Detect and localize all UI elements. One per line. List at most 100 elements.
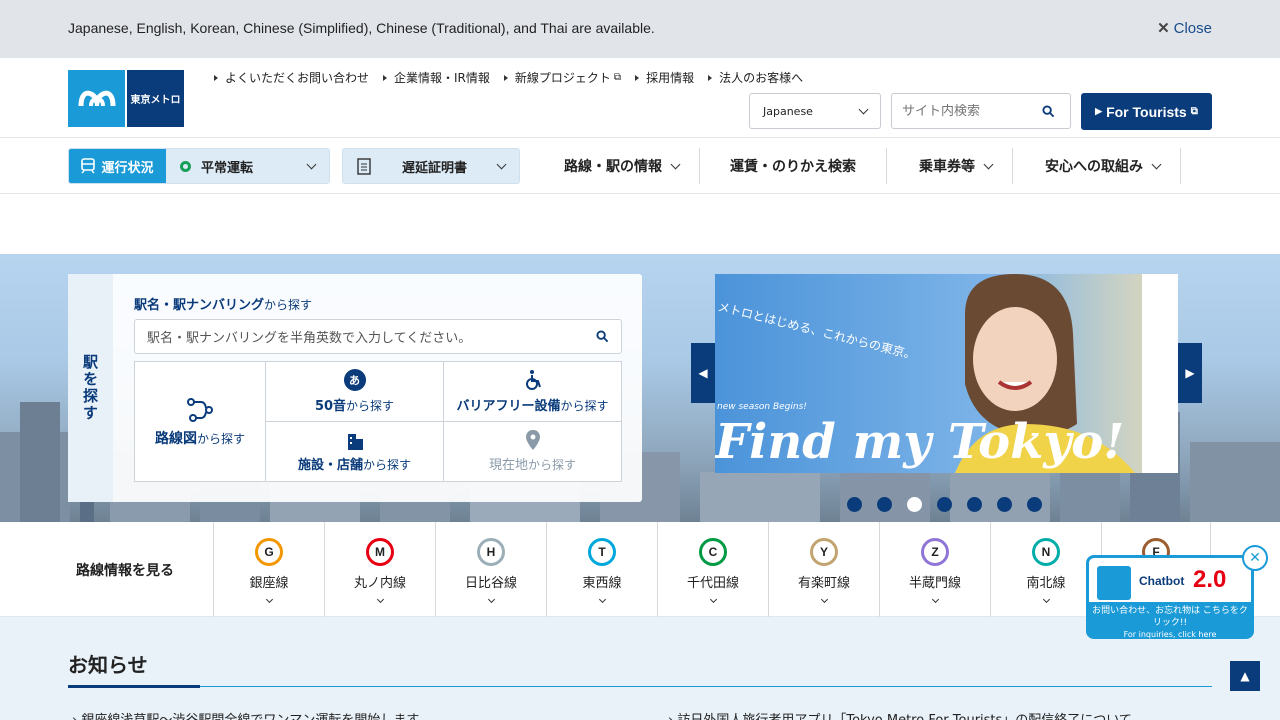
station-search-panel: 駅を探す 駅名・駅ナンバリングから探す 駅名・駅ナンバリングを半角英数で入力して… bbox=[68, 274, 642, 502]
carousel-dot[interactable] bbox=[937, 497, 952, 512]
station-search-placeholder: 駅名・駅ナンバリングを半角英数で入力してください。 bbox=[147, 331, 472, 346]
barrier-free-label: バリアフリー設備 bbox=[456, 399, 561, 414]
chevron-down-icon bbox=[820, 595, 828, 604]
chatbot-widget[interactable]: Chatbot 2.0 お問い合わせ、お忘れ物は こちらをクリック!! For … bbox=[1086, 545, 1268, 639]
menu-fare-search[interactable]: 運賃・のりかえ検索 bbox=[700, 148, 887, 184]
site-search-input[interactable] bbox=[902, 103, 1042, 119]
chevron-down-icon bbox=[983, 159, 994, 169]
business-link[interactable]: 法人のお客様へ bbox=[708, 69, 803, 86]
corporate-ir-link[interactable]: 企業情報・IR情報 bbox=[383, 69, 490, 86]
close-icon[interactable]: ✕ bbox=[1242, 545, 1268, 571]
chevron-right-icon: ▶ bbox=[1095, 106, 1103, 116]
logo-text: 東京メトロ bbox=[127, 70, 184, 127]
station-search-heading: 駅を探す bbox=[68, 274, 113, 502]
facility-search[interactable]: 施設・店舗から探す bbox=[266, 422, 443, 481]
carousel-indicators bbox=[847, 497, 1042, 512]
chatbot-version: 2.0 bbox=[1193, 566, 1227, 593]
language-select[interactable]: Japanese bbox=[749, 93, 881, 129]
delay-certificate-button[interactable]: 遅延証明書 bbox=[342, 148, 520, 184]
line-namboku[interactable]: N 南北線 bbox=[990, 522, 1101, 617]
chevron-down-icon bbox=[858, 104, 869, 114]
line-badge: C bbox=[699, 538, 727, 566]
station-search-options: 路線図から探す あ 50音から探す バリアフリー設備から探す 施設・店舗から探す… bbox=[134, 361, 622, 482]
chevron-down-icon bbox=[1042, 595, 1050, 604]
line-badge: N bbox=[1032, 538, 1060, 566]
for-tourists-label: For Tourists bbox=[1106, 103, 1187, 120]
carousel-dot-active[interactable] bbox=[907, 497, 922, 512]
barrier-free-search[interactable]: バリアフリー設備から探す bbox=[444, 362, 621, 421]
global-nav: 運行状況 平常運転 遅延証明書 路線・駅の情報 運賃・のりかえ検索 乗車券等 安… bbox=[0, 138, 1280, 194]
recruit-link[interactable]: 採用情報 bbox=[635, 69, 694, 86]
search-icon[interactable] bbox=[1042, 104, 1055, 118]
line-marunouchi[interactable]: M 丸ノ内線 bbox=[324, 522, 435, 617]
external-link-icon: ⧉ bbox=[1190, 106, 1198, 117]
news-divider bbox=[68, 685, 1212, 688]
close-button[interactable]: ✕ Close bbox=[1157, 19, 1212, 38]
carousel-dot[interactable] bbox=[997, 497, 1012, 512]
menu-tickets[interactable]: 乗車券等 bbox=[887, 148, 1013, 184]
carousel-dot[interactable] bbox=[877, 497, 892, 512]
utility-links: よくいただくお問い合わせ 企業情報・IR情報 新線プロジェクト ⧉ 採用情報 法人… bbox=[214, 69, 803, 86]
station-name-search-title: 駅名・駅ナンバリングから探す bbox=[134, 298, 313, 313]
new-line-project-link[interactable]: 新線プロジェクト ⧉ bbox=[504, 69, 621, 86]
chevron-down-icon bbox=[931, 595, 939, 604]
line-badge: H bbox=[477, 538, 505, 566]
line-hanzomon[interactable]: Z 半蔵門線 bbox=[879, 522, 990, 617]
carousel-prev-button[interactable]: ◀ bbox=[691, 343, 715, 403]
site-search bbox=[891, 93, 1071, 129]
line-name: 東西線 bbox=[582, 576, 622, 591]
location-pin-icon bbox=[525, 430, 540, 450]
line-badge: G bbox=[255, 538, 283, 566]
line-name: 有楽町線 bbox=[797, 576, 850, 591]
line-hibiya[interactable]: H 日比谷線 bbox=[435, 522, 546, 617]
faq-link[interactable]: よくいただくお問い合わせ bbox=[214, 69, 369, 86]
site-header: 東京メトロ よくいただくお問い合わせ 企業情報・IR情報 新線プロジェクト ⧉ 採… bbox=[0, 58, 1280, 138]
menu-safety[interactable]: 安心への取組み bbox=[1013, 148, 1181, 184]
line-name: 日比谷線 bbox=[464, 576, 517, 591]
news-item[interactable]: 銀座線浅草駅～渋谷駅間全線でワンマン運転を開始します bbox=[72, 709, 419, 720]
external-link-icon: ⧉ bbox=[613, 72, 622, 83]
banner-carousel[interactable]: メトロとはじめる、これからの東京。 new season Begins! Fin… bbox=[715, 274, 1178, 473]
close-label: Close bbox=[1173, 19, 1212, 37]
main-menu: 路線・駅の情報 運賃・のりかえ検索 乗車券等 安心への取組み bbox=[544, 148, 1181, 184]
news-item[interactable]: 訪日外国人旅行者用アプリ「Tokyo Metro For Tourists」の配… bbox=[668, 709, 1132, 720]
arrow-up-icon: ▲ bbox=[1240, 669, 1250, 683]
for-tourists-button[interactable]: ▶ For Tourists ⧉ bbox=[1081, 93, 1212, 130]
current-location-search[interactable]: 現在地から探す bbox=[444, 422, 621, 481]
line-chiyoda[interactable]: C 千代田線 bbox=[657, 522, 768, 617]
service-status-value: 平常運転 bbox=[201, 160, 254, 176]
carousel-next-button[interactable]: ▶ bbox=[1178, 343, 1202, 403]
carousel-dot[interactable] bbox=[1027, 497, 1042, 512]
building-icon bbox=[347, 434, 363, 450]
line-badge: Y bbox=[810, 538, 838, 566]
service-status[interactable]: 運行状況 平常運転 bbox=[68, 148, 330, 184]
service-status-label: 運行状況 bbox=[101, 160, 154, 176]
route-map-search[interactable]: 路線図から探す bbox=[135, 362, 265, 481]
current-location-label: 現在地 bbox=[488, 458, 528, 473]
chevron-down-icon bbox=[598, 595, 606, 604]
line-info-heading: 路線情報を見る bbox=[76, 563, 174, 579]
line-name: 銀座線 bbox=[249, 576, 289, 591]
menu-lines-stations[interactable]: 路線・駅の情報 bbox=[544, 148, 700, 184]
search-icon[interactable] bbox=[596, 330, 609, 343]
facility-label: 施設・店舗 bbox=[297, 458, 363, 473]
back-to-top-button[interactable]: ▲ bbox=[1230, 661, 1260, 691]
gojuon-search[interactable]: あ 50音から探す bbox=[266, 362, 443, 421]
carousel-dot[interactable] bbox=[847, 497, 862, 512]
line-tozai[interactable]: T 東西線 bbox=[546, 522, 657, 617]
line-badge: Z bbox=[921, 538, 949, 566]
language-select-value: Japanese bbox=[763, 104, 813, 118]
chevron-down-icon bbox=[1151, 159, 1162, 169]
site-logo[interactable]: 東京メトロ bbox=[68, 70, 184, 127]
chevron-down-icon bbox=[376, 595, 384, 604]
station-search-input[interactable]: 駅名・駅ナンバリングを半角英数で入力してください。 bbox=[134, 319, 622, 354]
hero-section: 駅を探す 駅名・駅ナンバリングから探す 駅名・駅ナンバリングを半角英数で入力して… bbox=[0, 254, 1280, 522]
language-notice-text: Japanese, English, Korean, Chinese (Simp… bbox=[68, 20, 655, 36]
chevron-left-icon: ◀ bbox=[698, 366, 708, 380]
line-ginza[interactable]: G 銀座線 bbox=[213, 522, 324, 617]
line-yurakucho[interactable]: Y 有楽町線 bbox=[768, 522, 879, 617]
route-map-label: 路線図 bbox=[154, 430, 197, 447]
normal-status-icon bbox=[180, 160, 191, 172]
line-name: 半蔵門線 bbox=[908, 576, 961, 591]
carousel-dot[interactable] bbox=[967, 497, 982, 512]
